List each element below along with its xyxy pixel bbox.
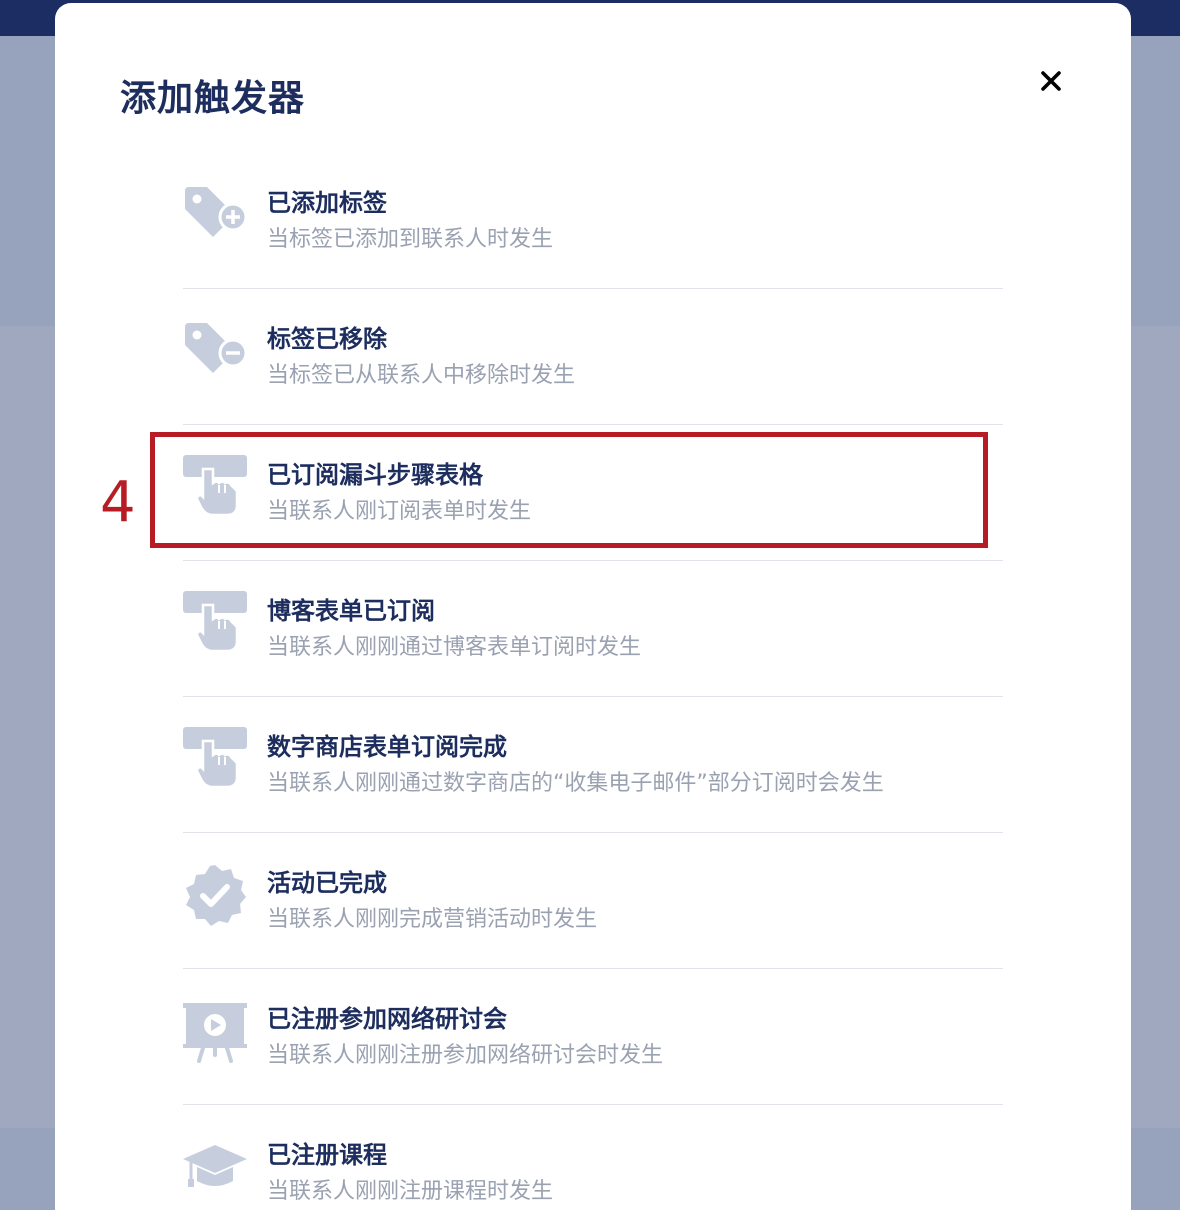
form-click-icon [183, 591, 247, 655]
trigger-list: 已添加标签 当标签已添加到联系人时发生 标签已移除 当标签已从联系人中移除时发生 [183, 153, 1003, 1210]
add-trigger-dialog: 添加触发器 已添加标签 当标签已添加到联系人时发生 标签已移除 当标签已从联系人… [55, 3, 1131, 1210]
trigger-description: 当联系人刚刚注册课程时发生 [267, 1179, 554, 1204]
annotation-highlight-box [150, 432, 988, 548]
trigger-description: 当联系人刚刚通过数字商店的“收集电子邮件”部分订阅时会发生 [267, 771, 884, 796]
trigger-item-campaign-completed[interactable]: 活动已完成 当联系人刚刚完成营销活动时发生 [183, 833, 1003, 969]
trigger-name: 活动已完成 [267, 869, 387, 897]
trigger-description: 当联系人刚刚完成营销活动时发生 [267, 907, 598, 932]
trigger-name: 标签已移除 [267, 325, 387, 353]
trigger-item-tag-removed[interactable]: 标签已移除 当标签已从联系人中移除时发生 [183, 289, 1003, 425]
dialog-title: 添加触发器 [120, 78, 306, 119]
graduation-cap-icon [183, 1135, 247, 1199]
form-click-icon [183, 727, 247, 791]
trigger-item-blog-form-subscribed[interactable]: 博客表单已订阅 当联系人刚刚通过博客表单订阅时发生 [183, 561, 1003, 697]
trigger-description: 当标签已添加到联系人时发生 [267, 227, 554, 252]
trigger-description: 当联系人刚刚通过博客表单订阅时发生 [267, 635, 642, 660]
trigger-description: 当联系人刚刚注册参加网络研讨会时发生 [267, 1043, 664, 1068]
trigger-item-digital-store-form[interactable]: 数字商店表单订阅完成 当联系人刚刚通过数字商店的“收集电子邮件”部分订阅时会发生 [183, 697, 1003, 833]
trigger-name: 已添加标签 [267, 189, 387, 217]
trigger-item-course-registered[interactable]: 已注册课程 当联系人刚刚注册课程时发生 [183, 1105, 1003, 1210]
webinar-icon [183, 999, 247, 1063]
trigger-item-webinar-registered[interactable]: 已注册参加网络研讨会 当联系人刚刚注册参加网络研讨会时发生 [183, 969, 1003, 1105]
trigger-item-tag-added[interactable]: 已添加标签 当标签已添加到联系人时发生 [183, 153, 1003, 289]
trigger-name: 博客表单已订阅 [267, 597, 435, 625]
close-button[interactable] [1037, 67, 1065, 95]
tag-remove-icon [183, 319, 247, 383]
trigger-name: 数字商店表单订阅完成 [267, 733, 507, 761]
trigger-name: 已注册课程 [267, 1141, 387, 1169]
trigger-name: 已注册参加网络研讨会 [267, 1005, 507, 1033]
annotation-step-number: 4 [100, 470, 136, 535]
trigger-description: 当标签已从联系人中移除时发生 [267, 363, 576, 388]
badge-check-icon [183, 863, 247, 927]
tag-add-icon [183, 183, 247, 247]
close-icon [1041, 71, 1061, 91]
